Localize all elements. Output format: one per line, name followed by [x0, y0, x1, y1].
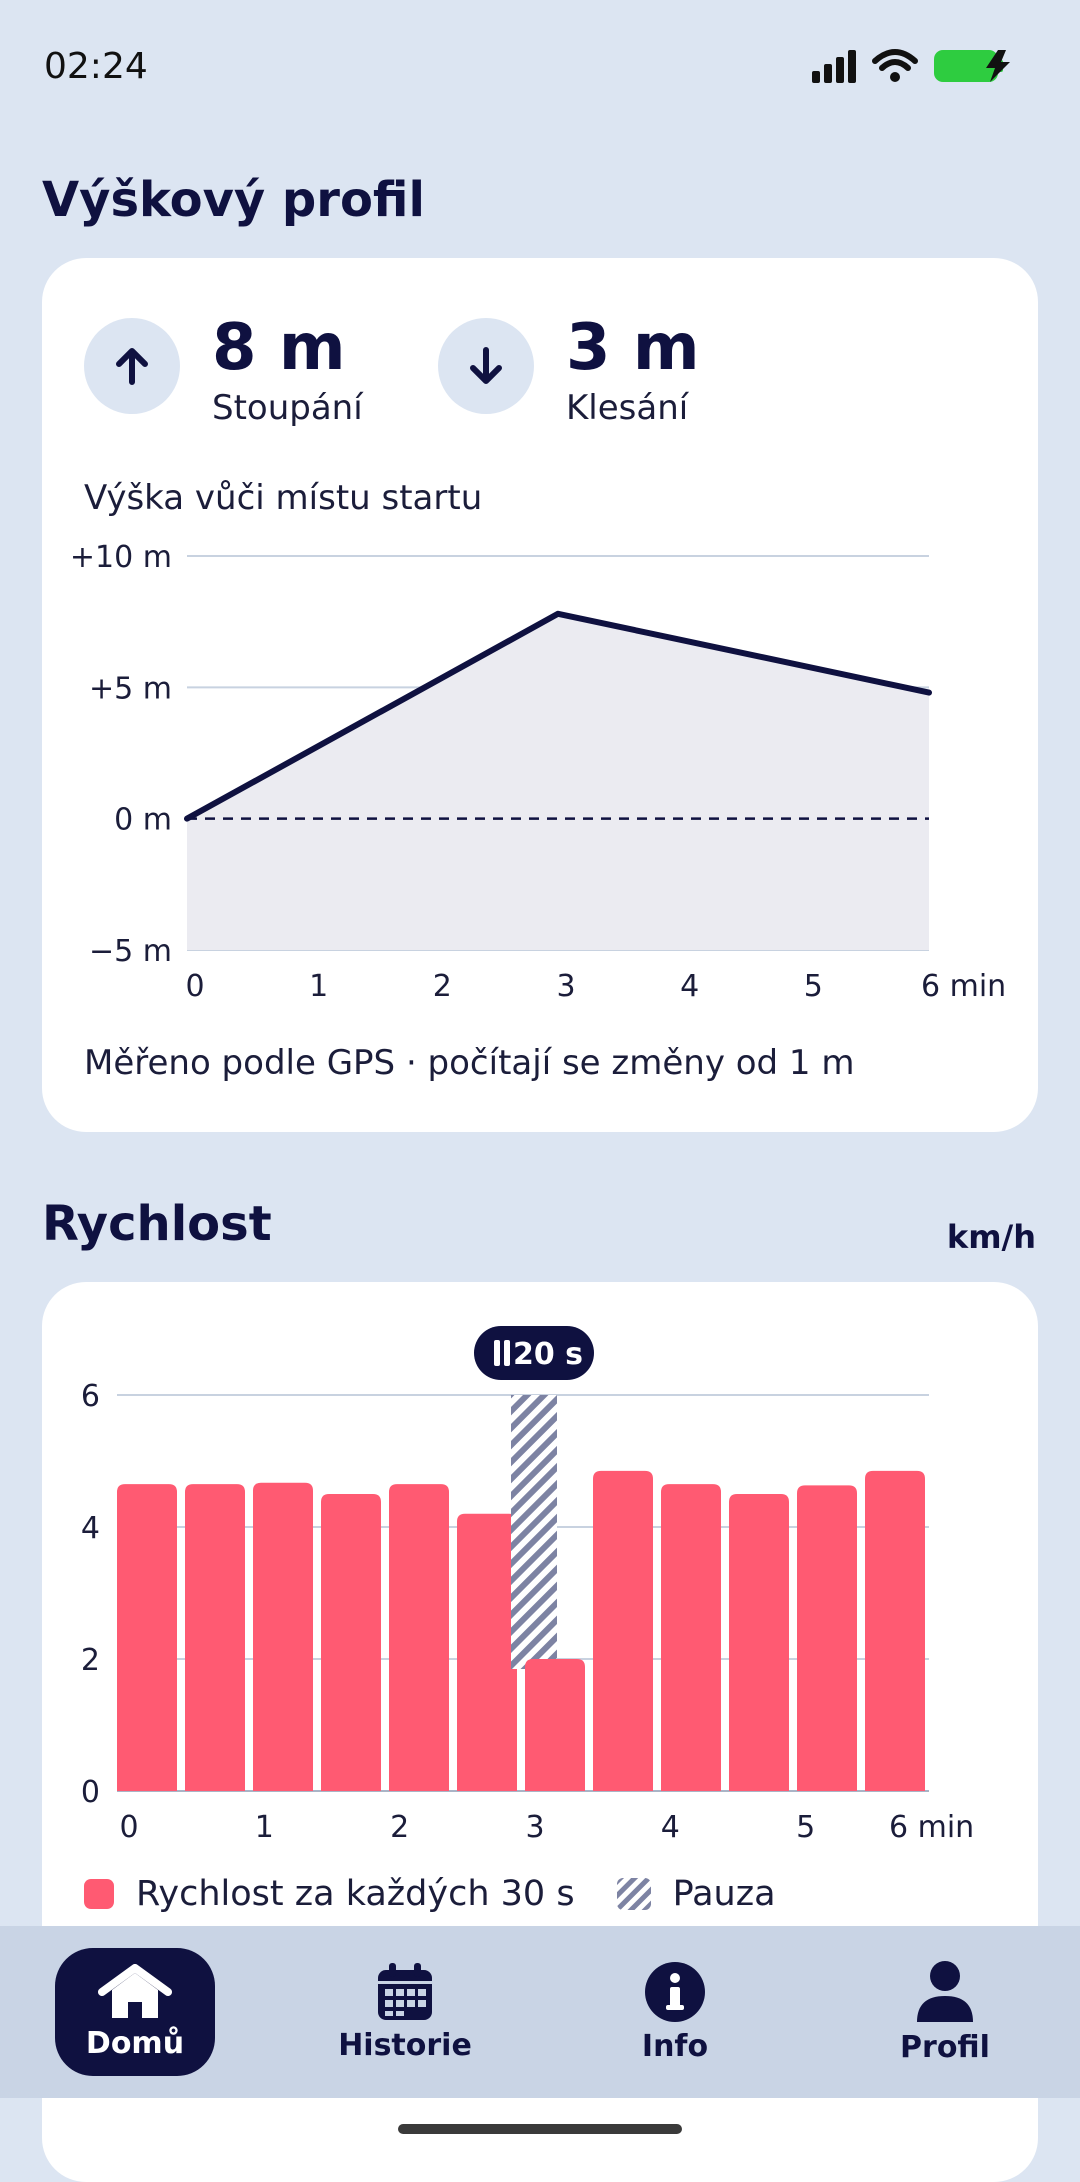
legend-pause-swatch — [616, 1878, 651, 1910]
y-tick-label: 2 — [81, 1643, 100, 1678]
elevation-card: 8 m Stoupání 3 m Klesání Výška vůči míst… — [42, 258, 1038, 1132]
speed-bar — [797, 1485, 857, 1791]
x-tick-label: 1 — [255, 1810, 274, 1845]
speed-bar — [253, 1482, 313, 1791]
info-icon — [645, 1961, 705, 2022]
pause-bar — [511, 1395, 557, 1669]
speed-bar — [661, 1484, 721, 1791]
speed-bar — [117, 1484, 177, 1791]
y-tick-label: −5 m — [89, 934, 172, 969]
user-icon — [917, 1960, 973, 2022]
x-tick-label: 4 — [680, 969, 699, 1004]
y-tick-label: 0 m — [114, 803, 172, 838]
x-tick-label: 6 min — [889, 1810, 974, 1845]
pause-badge-label: 20 s — [513, 1337, 583, 1372]
status-time: 02:24 — [44, 46, 148, 87]
elevation-chart-caption: Výška vůči místu startu — [84, 478, 483, 518]
descent-value: 3 m — [566, 311, 700, 385]
nav-history[interactable]: Historie — [325, 1948, 485, 2076]
status-icons — [810, 48, 1018, 84]
nav-info[interactable]: Info — [595, 1948, 755, 2076]
nav-info-label: Info — [641, 2028, 709, 2064]
arrow-down-icon — [470, 347, 502, 384]
signal-icon — [812, 50, 856, 83]
nav-profile[interactable]: Profil — [865, 1948, 1025, 2076]
speed-bar — [185, 1484, 245, 1791]
x-tick-label: 5 — [804, 969, 823, 1004]
nav-history-label: Historie — [338, 2027, 472, 2063]
x-tick-label: 4 — [661, 1810, 680, 1845]
x-tick-label: 0 — [185, 969, 204, 1004]
ascent-badge — [84, 318, 180, 414]
legend-speed-swatch — [84, 1879, 114, 1909]
speed-bar — [525, 1659, 585, 1791]
descent-badge — [438, 318, 534, 414]
x-tick-label: 2 — [390, 1810, 409, 1845]
arrow-up-icon — [116, 348, 148, 385]
elevation-chart: +10 m +5 m 0 m −5 m 0 1 2 3 4 5 6 min — [70, 540, 1006, 1004]
home-icon — [98, 1963, 172, 2018]
y-tick-label: 0 — [81, 1775, 100, 1810]
x-tick-label: 0 — [119, 1810, 138, 1845]
speed-bar — [593, 1470, 653, 1791]
wifi-icon — [872, 49, 918, 82]
y-tick-label: 4 — [81, 1511, 100, 1546]
speed-bar — [729, 1494, 789, 1791]
status-bar: 02:24 — [0, 0, 1080, 130]
pause-icon — [494, 1340, 500, 1366]
speed-bar — [865, 1470, 925, 1791]
elevation-area — [187, 613, 929, 950]
legend-speed-label: Rychlost za každých 30 s — [136, 1874, 575, 1914]
nav-home-label: Domů — [85, 2025, 185, 2061]
descent-label: Klesání — [566, 388, 689, 428]
speed-bar — [321, 1494, 381, 1791]
ascent-label: Stoupání — [212, 388, 363, 428]
pause-badge: 20 s — [474, 1326, 594, 1380]
nav-home[interactable]: Domů — [55, 1948, 215, 2076]
pause-icon — [504, 1340, 510, 1366]
x-tick-label: 6 min — [921, 969, 1006, 1004]
ascent-value: 8 m — [212, 311, 346, 385]
elevation-title: Výškový profil — [42, 172, 425, 228]
x-tick-label: 2 — [433, 969, 452, 1004]
x-tick-label: 1 — [309, 969, 328, 1004]
y-tick-label: 6 — [81, 1379, 100, 1414]
nav-profile-label: Profil — [900, 2029, 990, 2065]
speed-chart: 6 4 2 0 20 s 0 1 2 3 4 5 6 min — [81, 1326, 974, 1845]
speed-bar — [389, 1484, 449, 1791]
x-tick-label: 3 — [525, 1810, 544, 1845]
elevation-footnote: Měřeno podle GPS · počítají se změny od … — [84, 1043, 855, 1083]
home-indicator — [398, 2124, 682, 2134]
y-tick-label: +5 m — [89, 671, 172, 706]
speed-bar — [457, 1513, 517, 1791]
speed-unit: km/h — [946, 1218, 1036, 1256]
y-tick-label: +10 m — [70, 540, 172, 575]
bottom-nav: Domů Historie Info Profil — [0, 1926, 1080, 2098]
calendar-icon — [378, 1962, 432, 2020]
battery-charging-icon — [934, 50, 1010, 82]
speed-title: Rychlost — [42, 1196, 272, 1252]
x-tick-label: 3 — [556, 969, 575, 1004]
x-tick-label: 5 — [796, 1810, 815, 1845]
legend-pause-label: Pauza — [672, 1874, 776, 1914]
speed-legend: Rychlost za každých 30 s Pauza — [84, 1874, 776, 1914]
